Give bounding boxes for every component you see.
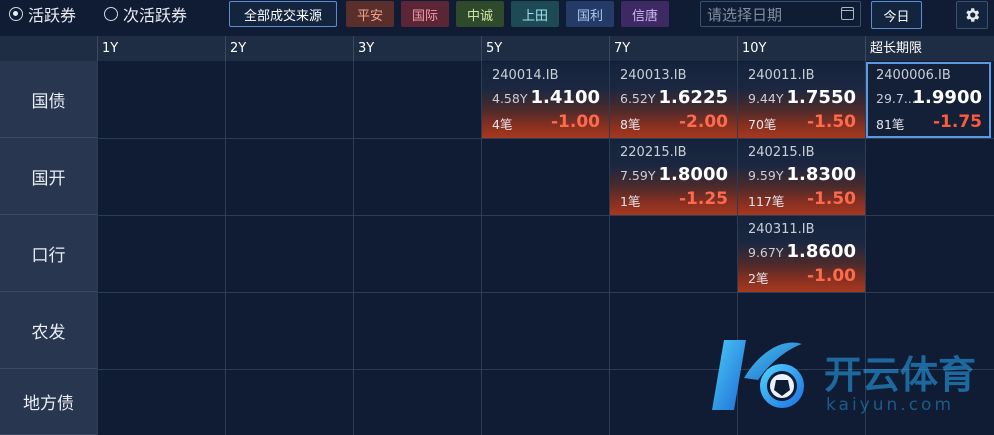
trade-count: 117笔 <box>748 194 785 209</box>
grid-line <box>97 61 98 435</box>
grid-line <box>97 292 994 293</box>
column-header-5y: 5Y <box>481 36 609 61</box>
broker-tag-pingan[interactable]: 平安 <box>346 1 394 27</box>
column-header-ultra-long: 超长期限 <box>865 36 994 61</box>
radio-checked-icon <box>9 7 23 21</box>
row-header-treasury: 国债 <box>0 61 97 138</box>
radio-label: 活跃券 <box>28 6 77 25</box>
bond-code: 2400006.IB <box>876 68 951 83</box>
gear-icon <box>966 8 980 22</box>
quote-cell[interactable]: 220215.IB 7.59Y 1.8000 1笔 -1.25 <box>610 139 737 215</box>
trade-count: 2笔 <box>748 271 769 286</box>
remaining-term: 4.58Y <box>492 91 528 106</box>
row-header-adbc: 农发 <box>0 292 97 369</box>
radio-unchecked-icon <box>104 7 118 21</box>
yield-value: 1.9900 <box>912 87 982 108</box>
broker-tag-shangtian[interactable]: 上田 <box>511 1 559 27</box>
brand-watermark-logo: 开云体育 kaiyun.com <box>712 340 976 415</box>
yield-change: -1.25 <box>679 189 728 209</box>
trade-count: 70笔 <box>748 117 777 132</box>
remaining-term: 9.67Y <box>748 245 784 260</box>
date-input[interactable] <box>701 2 839 28</box>
remaining-term: 29.7... <box>876 91 916 106</box>
row-header-exim: 口行 <box>0 215 97 292</box>
trade-count: 81笔 <box>876 117 905 132</box>
quote-cell[interactable]: 2400006.IB 29.7... 1.9900 81笔 -1.75 <box>866 62 991 138</box>
watermark-site-text: kaiyun.com <box>826 395 954 415</box>
radio-label: 次活跃券 <box>123 6 188 25</box>
calendar-icon[interactable] <box>841 7 854 20</box>
broker-tag-guoli[interactable]: 国利 <box>566 1 614 27</box>
bond-code: 240011.IB <box>748 68 815 83</box>
quote-cell[interactable]: 240011.IB 9.44Y 1.7550 70笔 -1.50 <box>738 62 865 138</box>
radio-active-bonds[interactable]: 活跃券 <box>9 3 76 25</box>
bond-code: 240013.IB <box>620 68 687 83</box>
remaining-term: 6.52Y <box>620 91 656 106</box>
today-button[interactable]: 今日 <box>871 1 922 29</box>
yield-value: 1.4100 <box>530 87 600 108</box>
column-header-1y: 1Y <box>97 36 225 61</box>
maturity-header: 1Y 2Y 3Y 5Y 7Y 10Y 超长期限 <box>0 36 994 61</box>
bond-code: 220215.IB <box>620 145 687 160</box>
grid-line <box>225 61 226 435</box>
yield-value: 1.8300 <box>786 164 856 185</box>
quote-cell[interactable]: 240014.IB 4.58Y 1.4100 4笔 -1.00 <box>482 62 609 138</box>
yield-change: -1.00 <box>551 112 600 132</box>
trade-count: 4笔 <box>492 117 513 132</box>
remaining-term: 9.59Y <box>748 168 784 183</box>
column-header-2y: 2Y <box>225 36 353 61</box>
yield-change: -1.50 <box>807 112 856 132</box>
yield-value: 1.8600 <box>786 241 856 262</box>
column-header-3y: 3Y <box>353 36 481 61</box>
grid-line <box>353 61 354 435</box>
row-header-local-gov: 地方债 <box>0 369 97 435</box>
toolbar: 活跃券 次活跃券 全部成交来源 平安 国际 中诚 上田 国利 信唐 今日 <box>0 0 994 30</box>
quote-cell[interactable]: 240311.IB 9.67Y 1.8600 2笔 -1.00 <box>738 216 865 292</box>
yield-change: -1.00 <box>807 266 856 286</box>
yield-change: -1.50 <box>807 189 856 209</box>
quote-cell[interactable]: 240215.IB 9.59Y 1.8300 117笔 -1.50 <box>738 139 865 215</box>
row-header-cdb: 国开 <box>0 138 97 215</box>
watermark-brand-text: 开云体育 <box>824 353 976 397</box>
yield-value: 1.8000 <box>658 164 728 185</box>
radio-secondary-active-bonds[interactable]: 次活跃券 <box>104 3 187 25</box>
trade-count: 8笔 <box>620 117 641 132</box>
yield-value: 1.6225 <box>658 87 728 108</box>
column-header-10y: 10Y <box>737 36 865 61</box>
yield-value: 1.7550 <box>786 87 856 108</box>
bond-code: 240215.IB <box>748 145 815 160</box>
column-header-7y: 7Y <box>609 36 737 61</box>
date-picker[interactable] <box>700 1 861 28</box>
settings-button[interactable] <box>956 1 988 29</box>
broker-tag-guoji[interactable]: 国际 <box>401 1 449 27</box>
broker-tag-zhongcheng[interactable]: 中诚 <box>456 1 504 27</box>
bond-code: 240014.IB <box>492 68 559 83</box>
yield-change: -2.00 <box>679 112 728 132</box>
bond-code: 240311.IB <box>748 222 815 237</box>
quote-cell[interactable]: 240013.IB 6.52Y 1.6225 8笔 -2.00 <box>610 62 737 138</box>
trade-count: 1笔 <box>620 194 641 209</box>
remaining-term: 7.59Y <box>620 168 656 183</box>
broker-tag-xintang[interactable]: 信唐 <box>621 1 669 27</box>
all-sources-button[interactable]: 全部成交来源 <box>229 1 337 27</box>
yield-change: -1.75 <box>933 112 982 132</box>
remaining-term: 9.44Y <box>748 91 784 106</box>
